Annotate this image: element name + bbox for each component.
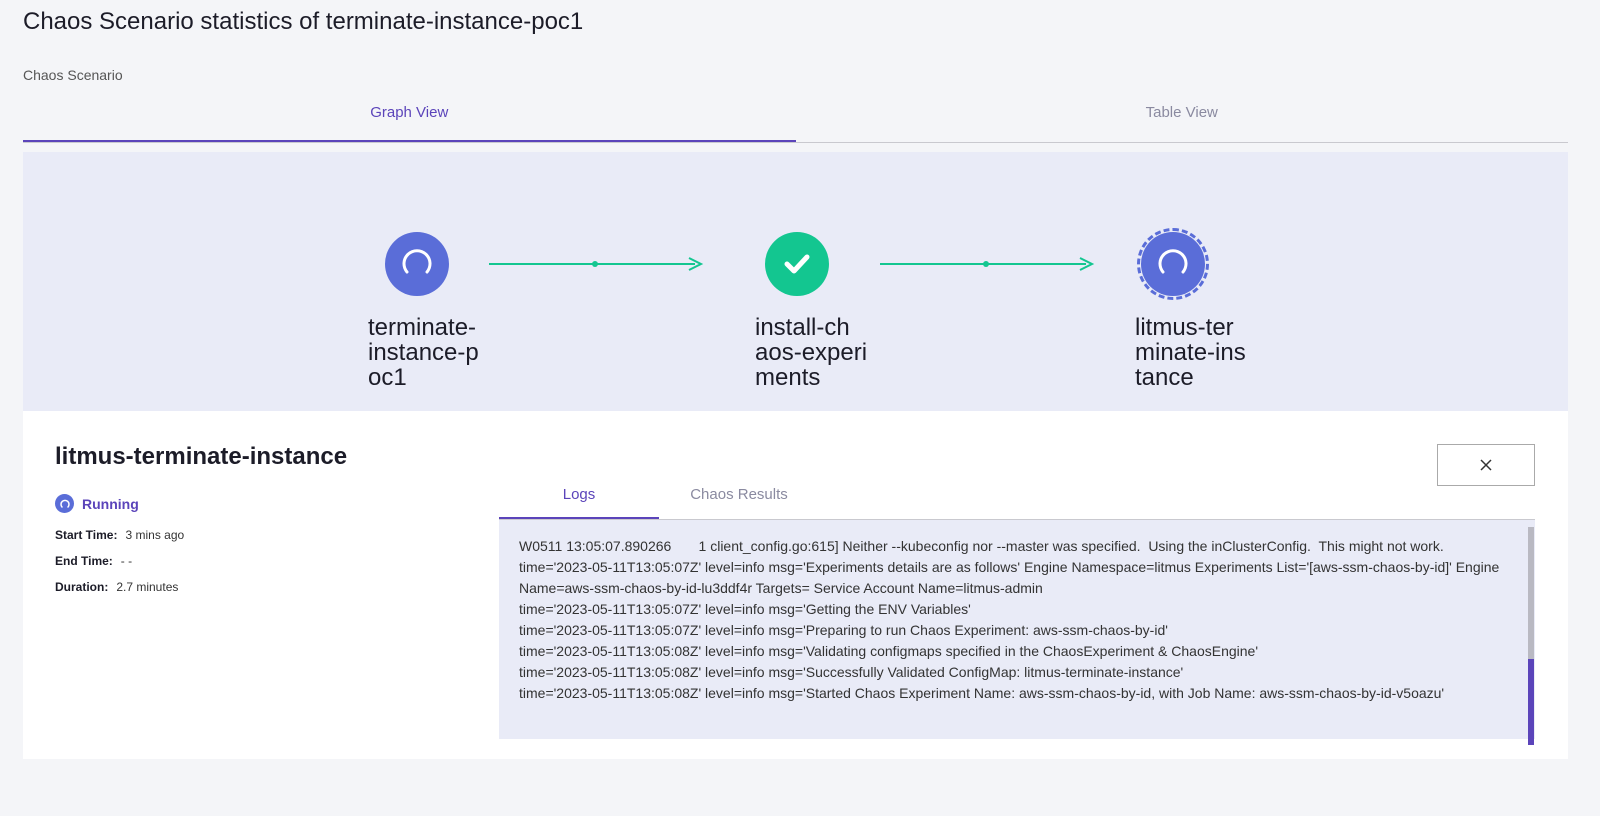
start-time: Start Time: 3 mins ago (55, 528, 184, 542)
logs-viewer[interactable]: W0511 13:05:07.890266 1 client_config.go… (499, 520, 1535, 739)
workflow-edge-arrow (880, 257, 1095, 271)
tab-table-view[interactable]: Table View (796, 96, 1569, 142)
duration-value: 2.7 minutes (116, 580, 179, 594)
details-tabs: Logs Chaos Results (499, 477, 1535, 520)
workflow-graph: terminate- instance-p oc1 install-ch aos… (23, 152, 1568, 411)
status-label: Running (82, 495, 139, 512)
log-line: time='2023-05-11T13:05:07Z' level=info m… (519, 559, 1504, 596)
spinner-icon (402, 249, 432, 274)
spinner-icon (1158, 249, 1188, 274)
workflow-node-label: terminate- instance-p oc1 (368, 314, 479, 391)
end-time-value: - - (120, 554, 133, 568)
breadcrumb: Chaos Scenario (23, 67, 123, 83)
workflow-node-label: litmus-ter minate-ins tance (1135, 314, 1246, 391)
view-tabs: Graph View Table View (23, 96, 1568, 143)
workflow-edge-arrow (489, 257, 704, 271)
node-title: litmus-terminate-instance (55, 443, 348, 470)
close-icon (1480, 459, 1492, 471)
log-line: W0511 13:05:07.890266 1 client_config.go… (519, 538, 1444, 554)
log-line: time='2023-05-11T13:05:07Z' level=info m… (519, 601, 971, 617)
tab-chaos-results[interactable]: Chaos Results (659, 477, 819, 519)
logs-scrollbar-thumb[interactable] (1528, 659, 1534, 745)
tab-graph-view[interactable]: Graph View (23, 96, 796, 142)
log-line: time='2023-05-11T13:05:08Z' level=info m… (519, 643, 1258, 659)
workflow-node-litmus-terminate-instance[interactable] (1141, 232, 1205, 296)
start-time-value: 3 mins ago (125, 528, 185, 542)
page-title: Chaos Scenario statistics of terminate-i… (23, 8, 584, 35)
end-time-label: End Time: (55, 554, 113, 568)
duration-label: Duration: (55, 580, 109, 594)
start-time-label: Start Time: (55, 528, 118, 542)
log-line: time='2023-05-11T13:05:07Z' level=info m… (519, 622, 1168, 638)
workflow-node-label: install-ch aos-experi ments (755, 314, 868, 391)
duration: Duration: 2.7 minutes (55, 580, 178, 594)
check-icon (784, 254, 810, 274)
tab-logs[interactable]: Logs (499, 477, 659, 519)
running-status-icon (55, 494, 74, 513)
log-line: time='2023-05-11T13:05:08Z' level=info m… (519, 664, 1184, 680)
status-badge: Running (55, 494, 139, 513)
workflow-node-terminate-instance-poc1[interactable] (385, 232, 449, 296)
end-time: End Time: - - (55, 554, 132, 568)
log-line: time='2023-05-11T13:05:08Z' level=info m… (519, 685, 1445, 701)
workflow-node-install-chaos-experiments[interactable] (765, 232, 829, 296)
node-details-panel: litmus-terminate-instance Running Start … (23, 411, 1568, 759)
